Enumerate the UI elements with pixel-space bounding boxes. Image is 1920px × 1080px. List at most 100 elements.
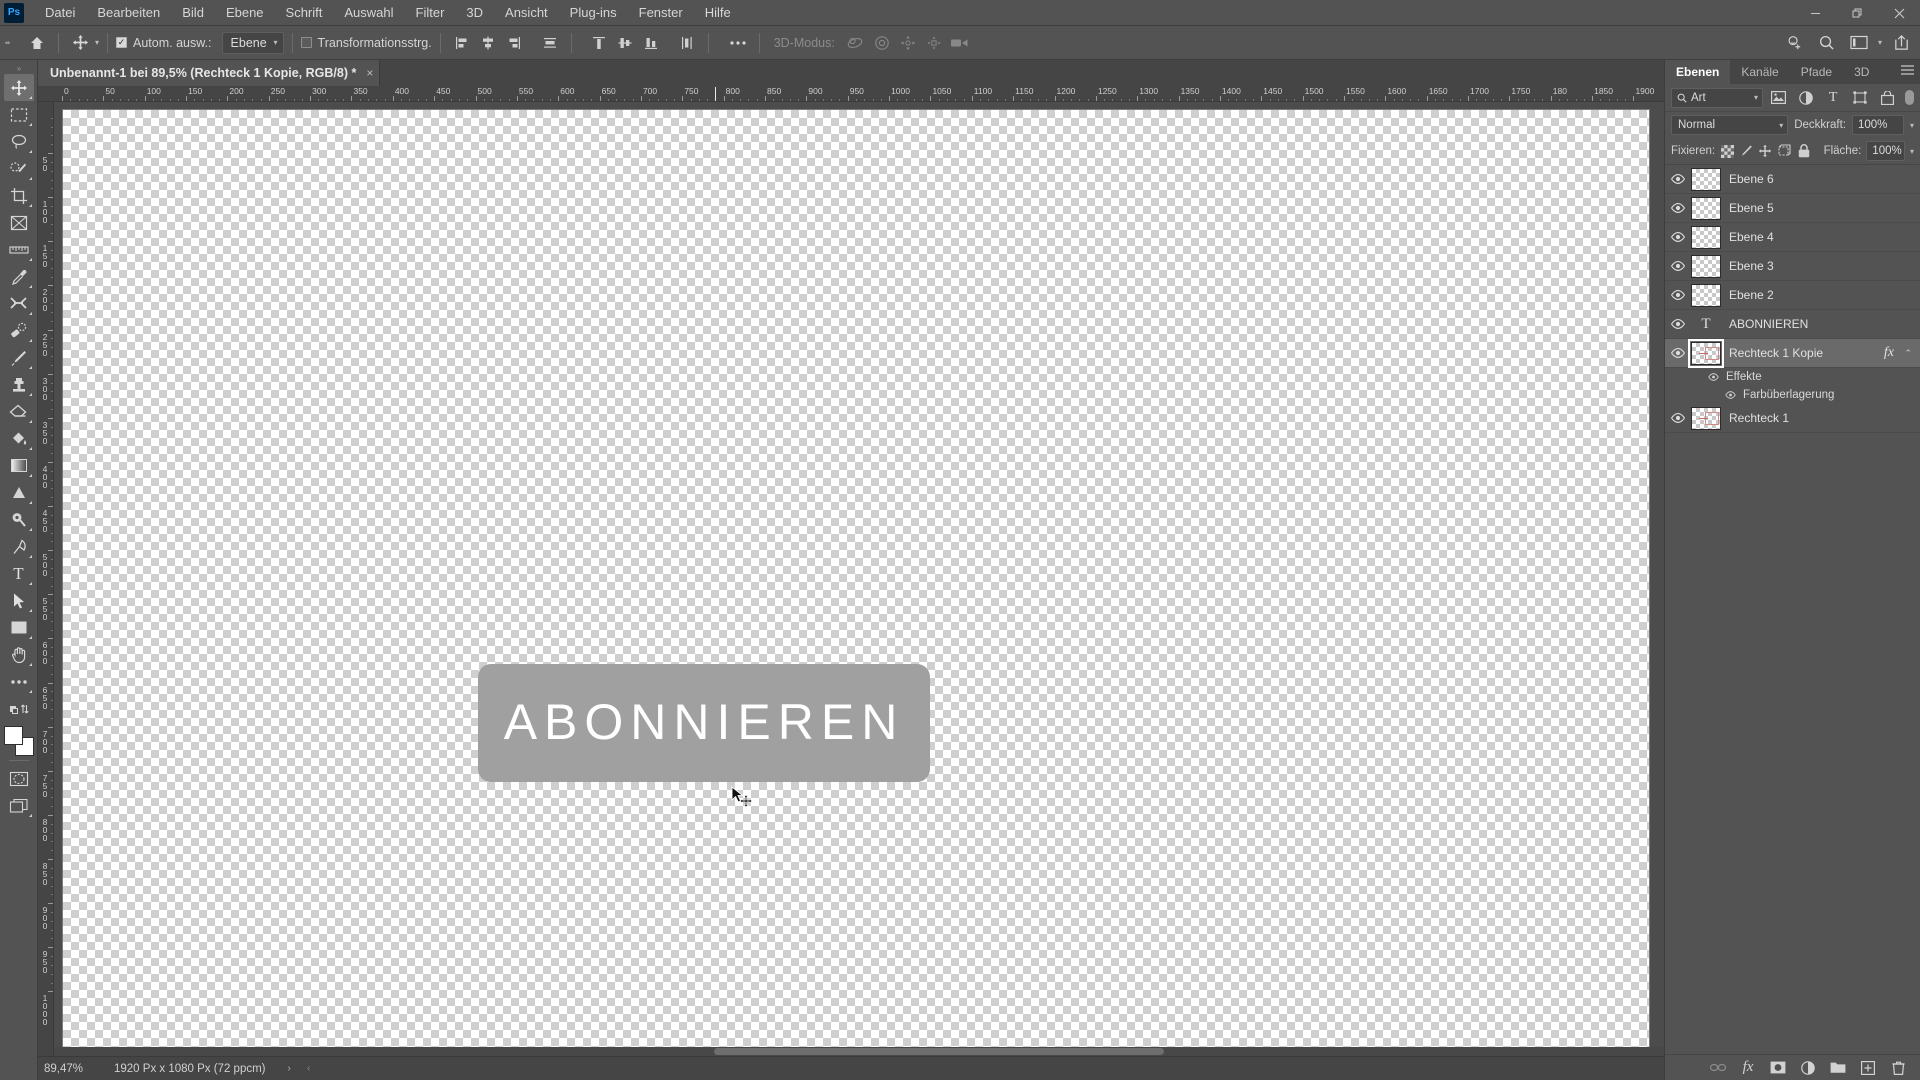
chevron-down-icon[interactable]: ▾ — [274, 38, 278, 47]
layer-thumbnail[interactable] — [1691, 196, 1721, 220]
quick-mask-icon[interactable] — [4, 765, 34, 792]
layer-thumbnail[interactable] — [1691, 406, 1721, 430]
menu-item-filter[interactable]: Filter — [405, 1, 456, 24]
paint-bucket-tool[interactable] — [4, 425, 34, 452]
layer-row[interactable]: Ebene 5 — [1665, 194, 1920, 223]
auto-select-checkbox[interactable]: ✓ Autom. ausw.: — [116, 36, 212, 50]
lock-image-icon[interactable] — [1739, 141, 1753, 161]
checkbox-unchecked-icon[interactable]: ✓ — [300, 37, 312, 48]
chevron-up-icon[interactable]: ⌃ — [1904, 348, 1912, 359]
restore-icon[interactable] — [1836, 0, 1878, 26]
lasso-tool[interactable] — [4, 128, 34, 155]
layer-row[interactable]: T ABONNIEREN — [1665, 310, 1920, 339]
layer-effects-fx-badge[interactable]: fx — [1884, 345, 1894, 361]
eyedropper-ruler-tool[interactable] — [4, 236, 34, 263]
abonnieren-button-artwork[interactable]: ABONNIEREN — [478, 664, 930, 782]
effect-visibility-eye-icon[interactable] — [1722, 388, 1738, 402]
type-layers-filter-icon[interactable]: T — [1822, 87, 1845, 109]
align-right-icon[interactable] — [501, 30, 527, 56]
adjustment-layers-filter-icon[interactable] — [1794, 87, 1817, 109]
eyedropper-tool[interactable] — [4, 263, 34, 290]
tools-panel-grip[interactable]: » — [17, 64, 22, 74]
layer-thumbnail[interactable] — [1691, 167, 1721, 191]
layer-filter-type-dropdown[interactable]: Art ▾ — [1671, 87, 1763, 108]
move-tool-indicator[interactable]: ▾ — [67, 30, 99, 56]
status-next-arrow[interactable]: › — [266, 1063, 291, 1074]
layer-visibility-eye-icon[interactable] — [1665, 290, 1691, 300]
panel-tab-kan-le[interactable]: Kanäle — [1730, 60, 1789, 84]
menu-item-hilfe[interactable]: Hilfe — [694, 1, 742, 24]
layer-row[interactable]: Ebene 2 — [1665, 281, 1920, 310]
layer-style-fx-icon[interactable]: fx — [1740, 1060, 1756, 1076]
opacity-field[interactable]: 100% — [1851, 115, 1904, 135]
crop-tool[interactable] — [4, 182, 34, 209]
gradient-tool[interactable] — [4, 452, 34, 479]
spot-healing-brush-tool[interactable] — [4, 290, 34, 317]
layer-row[interactable]: Rechteck 1 Kopie fx ⌃ — [1665, 338, 1920, 368]
layer-name[interactable]: Ebene 2 — [1729, 288, 1920, 302]
smart-object-filter-icon[interactable] — [1876, 87, 1899, 109]
export-icon[interactable] — [1888, 30, 1914, 56]
effects-visibility-eye-icon[interactable] — [1705, 370, 1721, 384]
menu-item-auswahl[interactable]: Auswahl — [333, 1, 404, 24]
layer-name[interactable]: Ebene 6 — [1729, 172, 1920, 186]
more-tools[interactable] — [4, 668, 34, 695]
distribute-horizontal-icon[interactable] — [537, 30, 563, 56]
auto-select-scope-dropdown[interactable]: Ebene ▾ — [221, 31, 284, 54]
blend-mode-dropdown[interactable]: Normal ▾ — [1671, 115, 1789, 135]
type-tool[interactable]: T — [4, 560, 34, 587]
workspace-icon[interactable] — [1846, 30, 1872, 56]
brush-tool[interactable] — [4, 344, 34, 371]
delete-layer-icon[interactable] — [1890, 1060, 1906, 1076]
align-top-icon[interactable] — [586, 30, 612, 56]
panel-tab-ebenen[interactable]: Ebenen — [1665, 60, 1731, 84]
document-canvas[interactable]: ABONNIEREN — [62, 109, 1650, 1056]
layer-visibility-eye-icon[interactable] — [1665, 232, 1691, 242]
menu-item-bearbeiten[interactable]: Bearbeiten — [86, 1, 171, 24]
move-tool-icon[interactable] — [67, 30, 93, 56]
layer-row[interactable]: Ebene 4 — [1665, 223, 1920, 252]
layer-visibility-eye-icon[interactable] — [1665, 348, 1691, 358]
foreground-color-swatch[interactable] — [3, 726, 23, 745]
lock-artboard-icon[interactable] — [1777, 141, 1791, 161]
menu-item-bild[interactable]: Bild — [171, 1, 215, 24]
pen-tool[interactable] — [4, 533, 34, 560]
align-left-icon[interactable] — [449, 30, 475, 56]
layers-list[interactable]: Ebene 6 Ebene 5 Ebene 4 Ebene 3 Ebene 2 T ABON… — [1665, 164, 1920, 1054]
clone-stamp-tool[interactable] — [4, 371, 34, 398]
layer-mask-icon[interactable] — [1770, 1060, 1786, 1076]
color-swatches[interactable] — [3, 726, 34, 756]
layer-effect-item[interactable]: Farbüberlagerung — [1665, 386, 1920, 404]
object-selection-tool[interactable] — [4, 155, 34, 182]
new-layer-icon[interactable] — [1860, 1060, 1876, 1076]
screen-mode-icon[interactable] — [4, 792, 34, 819]
layer-row[interactable]: Rechteck 1 — [1665, 404, 1920, 433]
lock-position-icon[interactable] — [1758, 141, 1772, 161]
horizontal-ruler[interactable]: 0 50 100 150 200 250 300 350 400 450 500 550 600 650 7… — [38, 86, 1664, 102]
blur-sharpen-tool[interactable] — [4, 479, 34, 506]
layer-thumbnail[interactable] — [1691, 225, 1721, 249]
layer-thumbnail[interactable] — [1691, 283, 1721, 307]
minimize-icon[interactable] — [1794, 0, 1836, 26]
scrollbar-thumb[interactable] — [714, 1048, 1164, 1055]
menu-item-schrift[interactable]: Schrift — [275, 1, 334, 24]
align-bottom-icon[interactable] — [638, 30, 664, 56]
transform-controls-checkbox[interactable]: ✓ Transformationsstrg. — [300, 36, 432, 50]
checkbox-checked-icon[interactable]: ✓ — [116, 37, 128, 48]
menu-item-fenster[interactable]: Fenster — [628, 1, 694, 24]
more-options-icon[interactable] — [725, 30, 751, 56]
layer-name[interactable]: Ebene 5 — [1729, 201, 1920, 215]
layer-name[interactable]: ABONNIEREN — [1729, 317, 1920, 331]
dodge-burn-tool[interactable] — [4, 506, 34, 533]
align-middle-vertical-icon[interactable] — [612, 30, 638, 56]
path-selection-tool[interactable] — [4, 587, 34, 614]
align-center-horizontal-icon[interactable] — [475, 30, 501, 56]
filter-toggle[interactable] — [1905, 90, 1914, 105]
distribute-vertical-icon[interactable] — [674, 30, 700, 56]
layer-effects-group[interactable]: Effekte — [1665, 368, 1920, 386]
canvas-viewport[interactable]: ABONNIEREN — [54, 102, 1664, 1056]
rectangle-shape-tool[interactable] — [4, 614, 34, 641]
pixel-layers-filter-icon[interactable] — [1767, 87, 1790, 109]
lock-all-icon[interactable] — [1796, 141, 1810, 161]
layer-visibility-eye-icon[interactable] — [1665, 413, 1691, 423]
